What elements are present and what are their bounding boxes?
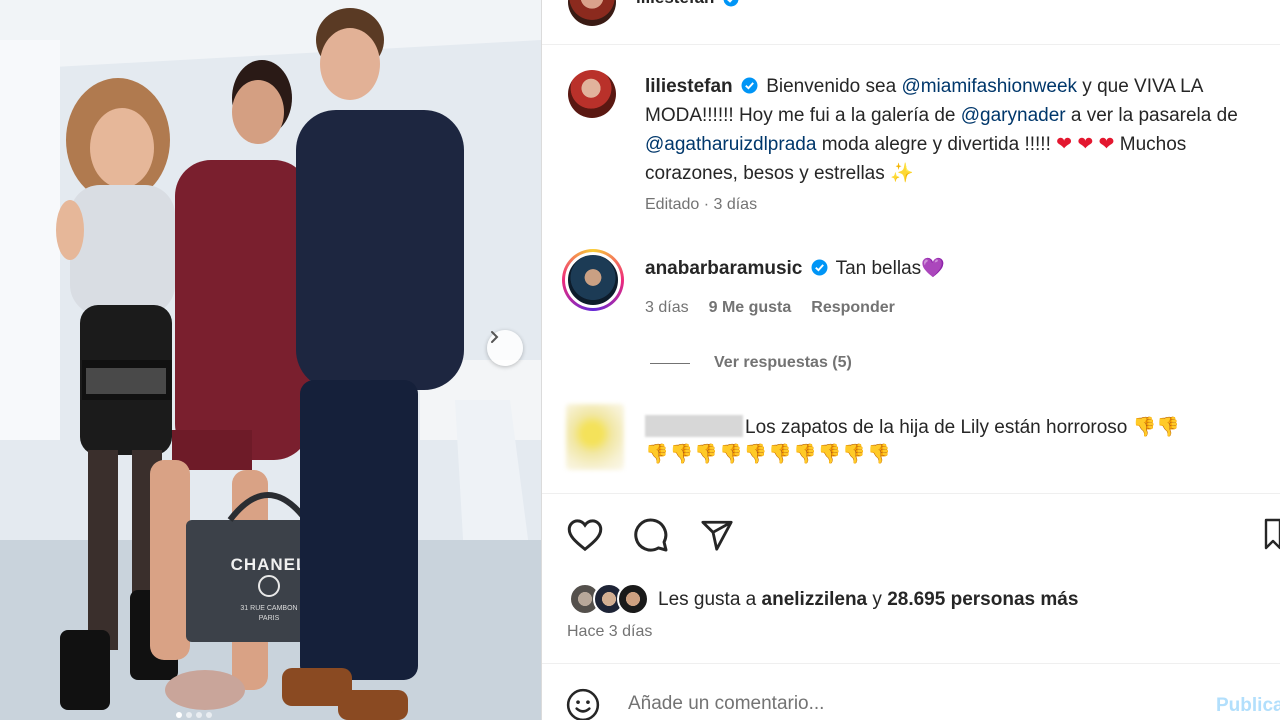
commenter-avatar[interactable] <box>562 249 624 311</box>
thumbs-down-emoji: 👎 <box>817 444 842 465</box>
carousel-dot <box>186 712 192 718</box>
comment-icon <box>634 518 668 552</box>
emoji-icon <box>566 688 600 720</box>
header-divider <box>542 44 1280 45</box>
caption-text: Bienvenido sea <box>766 76 897 97</box>
thumbs-down-emoji: 👎 <box>1156 417 1180 438</box>
bag-city-text: PARIS <box>259 615 280 622</box>
post-photo[interactable]: CHANEL 31 RUE CAMBON PARIS <box>0 0 541 720</box>
comments-divider <box>542 493 1280 494</box>
caption-username[interactable]: liliestefan <box>645 76 733 97</box>
replies-line <box>650 362 690 364</box>
author-username[interactable]: liliestefan <box>636 0 714 7</box>
comment: Los zapatos de la hija de Lily están hor… <box>745 413 1265 442</box>
comment-meta: 3 días 9 Me gusta Responder <box>645 299 895 317</box>
bag-address-text: 31 RUE CAMBON <box>240 605 297 612</box>
photo-illustration: CHANEL 31 RUE CAMBON PARIS <box>0 0 541 720</box>
thumbs-down-emoji: 👎 <box>1132 417 1157 438</box>
comment-text: Tan bellas <box>835 258 922 279</box>
bag-brand-text: CHANEL <box>231 555 308 574</box>
thumbs-down-emoji: 👎 <box>768 444 793 465</box>
comment-text: Los zapatos de la hija de Lily están hor… <box>745 417 1128 438</box>
heart-emoji: ❤ <box>1077 134 1094 155</box>
post-caption: liliestefan Bienvenido sea @miamifashion… <box>645 72 1260 188</box>
verified-icon <box>811 259 828 276</box>
mention-link[interactable]: @garynader <box>961 105 1066 126</box>
thumbs-down-emoji: 👎 <box>645 444 669 465</box>
footer-divider <box>542 663 1280 664</box>
likes-count[interactable]: 28.695 personas más <box>887 589 1078 610</box>
like-button[interactable] <box>566 516 604 554</box>
comment-button[interactable] <box>632 516 670 554</box>
blurred-username[interactable] <box>645 415 743 437</box>
likes-middle: y <box>872 589 882 610</box>
action-bar <box>566 516 736 554</box>
next-photo-button[interactable] <box>487 330 523 366</box>
caption-text: moda alegre y divertida !!!!! <box>821 134 1051 155</box>
carousel-dot <box>206 712 212 718</box>
verified-icon <box>723 0 739 7</box>
thumbs-down-emoji: 👎 <box>793 444 817 465</box>
post-timestamp[interactable]: Hace 3 días <box>567 623 652 641</box>
share-button[interactable] <box>698 516 736 554</box>
mention-link[interactable]: @miamifashionweek <box>901 76 1077 97</box>
carousel-dot <box>196 712 202 718</box>
author-avatar[interactable] <box>568 0 616 26</box>
verified-icon <box>741 77 758 94</box>
thumbs-down-emoji: 👎 <box>694 444 719 465</box>
emoji-button[interactable] <box>566 688 600 720</box>
blurred-avatar[interactable] <box>566 404 624 470</box>
caption-avatar[interactable] <box>568 70 616 118</box>
view-replies-label: Ver respuestas (5) <box>714 354 852 371</box>
comment-input[interactable] <box>628 693 1188 715</box>
edited-label: Editado <box>645 196 700 213</box>
heart-emoji: ❤ <box>1098 134 1115 155</box>
liker-avatars[interactable] <box>569 583 649 615</box>
thumbs-down-emoji: 👎 <box>867 444 891 465</box>
sparkles-emoji: ✨ <box>890 163 914 184</box>
share-icon <box>701 520 733 551</box>
thumbs-down-emoji: 👎 <box>842 444 867 465</box>
comment-emoji-row: 👎 👎 👎 👎 👎 👎 👎 👎 👎 👎 <box>645 442 891 466</box>
liker-username[interactable]: anelizzilena <box>762 589 868 610</box>
comment-likes[interactable]: 9 Me gusta <box>709 299 792 317</box>
comment-time[interactable]: 3 días <box>645 299 689 317</box>
liker-avatar <box>617 583 649 615</box>
likes-summary: Les gusta a anelizzilena y 28.695 person… <box>658 589 1078 611</box>
save-button[interactable] <box>1264 518 1280 557</box>
view-replies-button[interactable]: Ver respuestas (5) <box>650 354 852 372</box>
author-header[interactable]: liliestefan <box>636 0 739 8</box>
mention-link[interactable]: @agatharuizdlprada <box>645 134 816 155</box>
thumbs-down-emoji: 👎 <box>669 444 694 465</box>
caption-text: a ver la pasarela de <box>1070 105 1238 126</box>
edited-time[interactable]: 3 días <box>713 196 757 213</box>
publish-button[interactable]: Publicar <box>1216 695 1280 717</box>
comment-username[interactable]: anabarbaramusic <box>645 258 802 279</box>
thumbs-down-emoji: 👎 <box>743 444 768 465</box>
heart-icon <box>567 519 603 552</box>
carousel-dots <box>176 712 212 718</box>
carousel-dot <box>176 712 182 718</box>
purple-heart-emoji: 💜 <box>921 258 945 279</box>
likes-prefix: Les gusta a <box>658 589 757 610</box>
chevron-right-icon <box>491 331 499 343</box>
heart-emoji: ❤ <box>1056 134 1073 155</box>
thumbs-down-emoji: 👎 <box>719 444 743 465</box>
reply-button[interactable]: Responder <box>811 299 895 317</box>
post-side-panel: liliestefan liliestefan Bienvenido sea @… <box>542 0 1280 720</box>
caption-meta: Editado · 3 días <box>645 196 758 213</box>
comment: anabarbaramusic Tan bellas💜 <box>645 256 945 280</box>
bookmark-icon <box>1264 518 1280 550</box>
